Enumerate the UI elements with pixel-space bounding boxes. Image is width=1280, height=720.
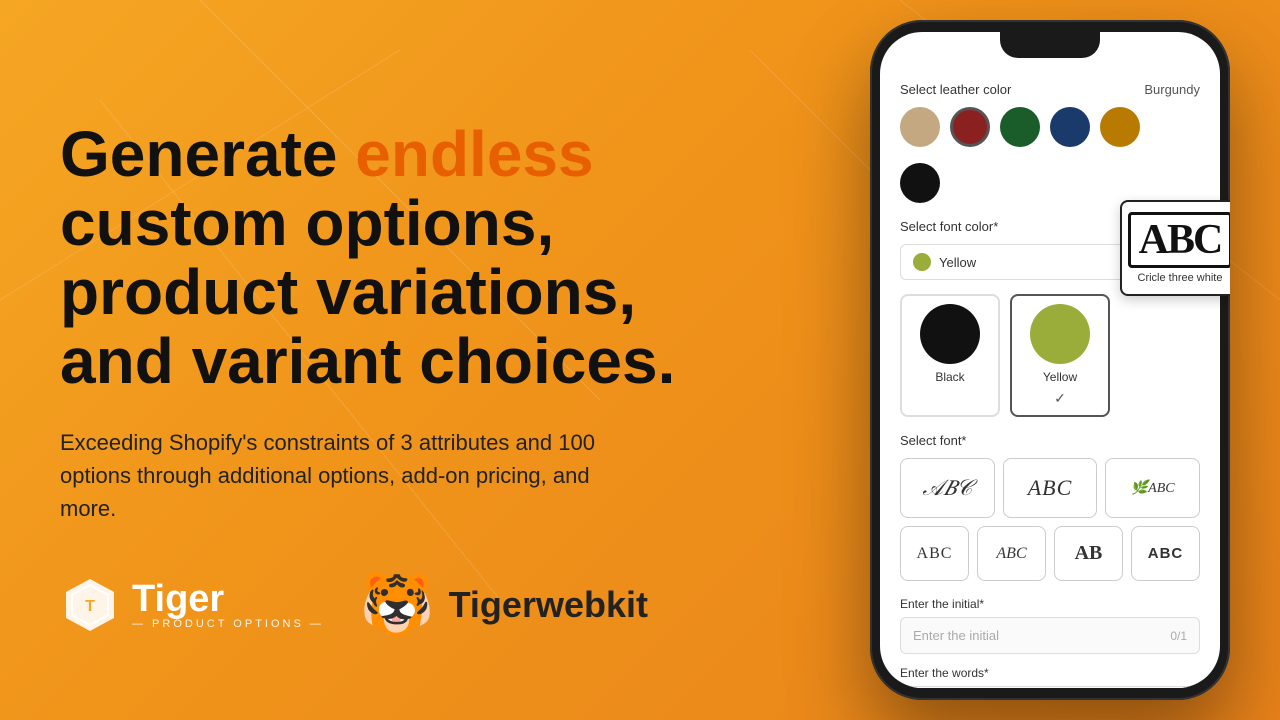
swatch-darkgreen[interactable] (1000, 107, 1040, 147)
dropdown-selected-label: Yellow (939, 255, 976, 270)
phone-content: Select leather color Burgundy Select fon… (880, 32, 1220, 688)
yellow-circle (1030, 304, 1090, 364)
phone-frame: Select leather color Burgundy Select fon… (870, 20, 1230, 700)
swatch-taupe[interactable] (900, 107, 940, 147)
tooltip-preview: ABC (1128, 212, 1230, 268)
leather-swatches-row2 (900, 163, 1200, 203)
words-label: Enter the words* (900, 666, 1200, 680)
swatch-gold[interactable] (1100, 107, 1140, 147)
svg-text:T: T (85, 598, 95, 615)
font-grid-top: 𝒜𝐵𝒞 ABC 🌿ABC (900, 458, 1200, 518)
font-card-sans[interactable]: ABC (900, 526, 969, 581)
font-card-cursive[interactable]: ABC (977, 526, 1046, 581)
leather-swatches (900, 107, 1200, 147)
initial-section: Enter the initial* Enter the initial 0/1 (900, 597, 1200, 654)
logos-section: T Tiger — PRODUCT OPTIONS — 🐯 Tigerwebki… (60, 575, 680, 635)
yellow-label: Yellow (1043, 370, 1077, 384)
black-label: Black (935, 370, 964, 384)
font-card-wreath[interactable]: 🌿ABC (1105, 458, 1200, 518)
initial-input-field[interactable]: Enter the initial 0/1 (900, 617, 1200, 654)
tooltip-label: Cricle three white (1138, 272, 1223, 284)
tiger-text: Tiger — PRODUCT OPTIONS — (132, 580, 324, 630)
words-section: Enter the words* Enter the words 0/3 (900, 666, 1200, 688)
color-card-empty (1120, 294, 1200, 417)
tiger-brand-sub: — PRODUCT OPTIONS — (132, 618, 324, 630)
initial-counter: 0/1 (1170, 629, 1187, 643)
swatch-navy[interactable] (1050, 107, 1090, 147)
font-label: Select font* (900, 433, 1200, 448)
color-card-black[interactable]: Black (900, 294, 1000, 417)
font-card-script[interactable]: 𝒜𝐵𝒞 (900, 458, 995, 518)
initial-placeholder: Enter the initial (913, 628, 999, 643)
black-circle (920, 304, 980, 364)
headline-prefix: Generate (60, 118, 355, 190)
main-headline: Generate endless custom options, product… (60, 120, 680, 396)
leather-color-selected: Burgundy (1144, 82, 1200, 97)
subtext: Exceeding Shopify's constraints of 3 att… (60, 426, 600, 525)
font-color-label: Select font color* (900, 219, 998, 234)
tigerwebkit-name: Tigerwebkit (449, 584, 648, 626)
yellow-dot (913, 253, 931, 271)
phone-screen: Select leather color Burgundy Select fon… (880, 32, 1220, 688)
dropdown-left: Yellow (913, 253, 976, 271)
tiger-brand-name: Tiger (132, 580, 324, 618)
initial-label: Enter the initial* (900, 597, 1200, 611)
font-card-bold-ab[interactable]: AB (1054, 526, 1123, 581)
leather-color-label: Select leather color (900, 82, 1011, 97)
phone-notch (1000, 32, 1100, 58)
swatch-burgundy[interactable] (950, 107, 990, 147)
tiger-hex-icon: T (60, 575, 120, 635)
font-card-block[interactable]: ABC (1131, 526, 1200, 581)
font-tooltip: ABC Cricle three white (1120, 200, 1230, 296)
leather-color-header: Select leather color Burgundy (900, 82, 1200, 97)
swatch-black[interactable] (900, 163, 940, 203)
tiger-logo: T Tiger — PRODUCT OPTIONS — (60, 575, 324, 635)
tiger-emoji: 🐯 (360, 575, 435, 635)
tigerwebkit-logo: 🐯 Tigerwebkit (360, 575, 648, 635)
color-card-yellow[interactable]: Yellow ✓ (1010, 294, 1110, 417)
words-input-field[interactable]: Enter the words 0/3 (900, 686, 1200, 688)
left-content: Generate endless custom options, product… (60, 120, 680, 635)
phone-wrapper: Select leather color Burgundy Select fon… (850, 20, 1250, 710)
font-color-cards: Black Yellow ✓ (900, 294, 1200, 417)
font-card-serif[interactable]: ABC (1003, 458, 1098, 518)
yellow-check-icon: ✓ (1054, 390, 1066, 407)
font-grid-bottom: ABC ABC AB ABC (900, 526, 1200, 581)
headline-highlight: endless (355, 118, 593, 190)
